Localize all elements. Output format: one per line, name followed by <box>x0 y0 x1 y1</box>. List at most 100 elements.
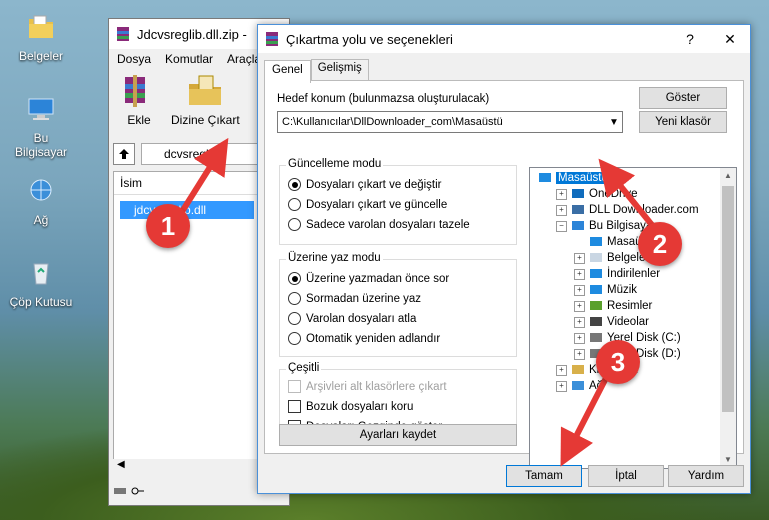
dialog-title: Çıkartma yolu ve seçenekleri <box>286 31 453 47</box>
libraries-icon <box>572 365 584 374</box>
radio-button[interactable] <box>288 332 301 345</box>
desktop-icon-recycle-bin[interactable]: Çöp Kutusu <box>6 258 76 309</box>
tab-general[interactable]: Genel <box>264 60 311 83</box>
winrar-statusbar <box>113 486 145 499</box>
tree-node[interactable]: + Resimler <box>574 300 652 312</box>
computer-icon <box>572 221 584 230</box>
winrar-icon <box>266 32 278 46</box>
update-option-freshen[interactable]: Sadece varolan dosyaları tazele <box>288 218 470 231</box>
ok-button[interactable]: Tamam <box>506 465 582 487</box>
expand-icon[interactable]: + <box>574 348 585 360</box>
tree-node[interactable]: + Belgeler <box>574 252 649 264</box>
collapse-icon[interactable]: − <box>556 220 567 232</box>
downloads-icon <box>590 269 602 278</box>
archive-add-icon <box>125 75 145 107</box>
desktop-icon <box>539 173 551 182</box>
menu-commands[interactable]: Komutlar <box>165 52 213 66</box>
tree-node[interactable]: + OneDrive <box>556 188 638 200</box>
scroll-thumb[interactable] <box>722 186 734 412</box>
user-icon <box>572 205 584 214</box>
tree-node-label: Videolar <box>607 316 649 328</box>
overwrite-option-skip[interactable]: Varolan dosyaları atla <box>288 312 416 325</box>
folder-tree[interactable]: ▲ ▼ Masaüstü + OneDrive + DLL Downloader.com… <box>529 167 737 469</box>
radio-button[interactable] <box>288 312 301 325</box>
expand-icon[interactable]: + <box>556 364 567 376</box>
update-option-update[interactable]: Dosyaları çıkart ve güncelle <box>288 198 447 211</box>
extract-to-button[interactable]: Dizine Çıkart <box>171 74 240 127</box>
tree-node[interactable]: + Müzik <box>574 284 637 296</box>
update-mode-group: Güncelleme modu Dosyaları çıkart ve deği… <box>279 158 517 245</box>
option-label: Varolan dosyaları atla <box>306 312 417 325</box>
option-label: Sormadan üzerine yaz <box>306 292 422 305</box>
overwrite-option-without-prompt[interactable]: Sormadan üzerine yaz <box>288 292 421 305</box>
expand-icon[interactable]: + <box>556 188 567 200</box>
option-label: Otomatik yeniden adlandır <box>306 332 441 345</box>
expand-icon[interactable]: + <box>574 268 585 280</box>
overwrite-option-rename[interactable]: Otomatik yeniden adlandır <box>288 332 440 345</box>
desktop-icon-documents[interactable]: Belgeler <box>6 12 76 63</box>
expand-icon[interactable]: + <box>574 300 585 312</box>
cancel-button[interactable]: İptal <box>588 465 664 487</box>
onedrive-icon <box>572 189 584 198</box>
tree-node-label: OneDrive <box>589 188 638 200</box>
computer-icon <box>28 98 54 120</box>
radio-button[interactable] <box>288 198 301 211</box>
expand-icon[interactable]: + <box>574 332 585 344</box>
new-folder-button[interactable]: Yeni klasör <box>639 111 727 133</box>
destination-combobox[interactable]: C:\Kullanıcılar\DllDownloader_com\Masaüs… <box>277 111 623 133</box>
scroll-up-icon[interactable]: ▲ <box>720 168 736 184</box>
update-option-replace[interactable]: Dosyaları çıkart ve değiştir <box>288 178 442 191</box>
chevron-down-icon[interactable]: ▼ <box>606 117 622 128</box>
expand-icon[interactable]: + <box>574 284 585 296</box>
expand-icon[interactable]: + <box>574 252 585 264</box>
option-label: Dosyaları çıkart ve güncelle <box>306 198 448 211</box>
misc-option-keep-broken[interactable]: Bozuk dosyaları koru <box>288 400 413 413</box>
option-label: Arşivleri alt klasörlere çıkart <box>306 380 447 393</box>
desktop-icon-label: Ağ <box>33 213 49 227</box>
save-settings-button[interactable]: Ayarları kaydet <box>279 424 517 446</box>
desktop-icon-computer[interactable]: Bu Bilgisayar <box>6 94 76 159</box>
dialog-titlebar[interactable]: Çıkartma yolu ve seçenekleri ? ✕ <box>258 25 750 53</box>
show-button[interactable]: Göster <box>639 87 727 109</box>
tree-node[interactable]: − Bu Bilgisayar <box>556 220 656 232</box>
tree-node-label: Masaüstü <box>556 172 610 184</box>
extract-dialog: Çıkartma yolu ve seçenekleri ? ✕ Genel G… <box>257 24 751 494</box>
desktop-icon-network[interactable]: Ağ <box>6 176 76 227</box>
help-title-button[interactable]: ? <box>670 31 710 47</box>
destination-value: C:\Kullanıcılar\DllDownloader_com\Masaüs… <box>282 116 503 128</box>
option-label: Dosyaları çıkart ve değiştir <box>306 178 442 191</box>
tab-advanced[interactable]: Gelişmiş <box>310 59 369 80</box>
desktop-icon-label: Çöp Kutusu <box>9 295 73 309</box>
close-button[interactable]: ✕ <box>710 31 750 48</box>
destination-label: Hedef konum (bulunmazsa oluşturulacak) <box>277 93 490 105</box>
up-folder-button[interactable] <box>113 143 135 165</box>
extract-folder-icon <box>189 75 222 105</box>
tree-vertical-scrollbar[interactable]: ▲ ▼ <box>720 168 736 468</box>
checkbox[interactable] <box>288 400 301 413</box>
radio-button[interactable] <box>288 272 301 285</box>
radio-button[interactable] <box>288 292 301 305</box>
tree-node[interactable]: + Ağ <box>556 380 603 392</box>
winrar-icon <box>117 27 129 41</box>
add-button[interactable]: Ekle <box>119 74 159 127</box>
tree-node[interactable]: + DLL Downloader.com <box>556 204 699 216</box>
expand-icon[interactable]: + <box>574 316 585 328</box>
tree-node-label: Ağ <box>589 380 604 392</box>
overwrite-option-ask[interactable]: Üzerine yazmadan önce sor <box>288 272 449 285</box>
tree-node-label: Müzik <box>607 284 638 296</box>
help-button[interactable]: Yardım <box>668 465 744 487</box>
overwrite-mode-group: Üzerine yaz modu Üzerine yazmadan önce s… <box>279 252 517 357</box>
misc-option-subfolders: Arşivleri alt klasörlere çıkart <box>288 380 447 393</box>
desktop-icon-label: Belgeler <box>18 49 64 63</box>
tree-node[interactable]: + Videolar <box>574 316 649 328</box>
radio-button[interactable] <box>288 178 301 191</box>
step-marker-1: 1 <box>146 204 190 248</box>
tree-node[interactable]: + İndirilenler <box>574 268 660 280</box>
expand-icon[interactable]: + <box>556 204 567 216</box>
menu-tools[interactable]: Araçla <box>227 52 261 66</box>
expand-icon[interactable]: + <box>556 380 567 392</box>
tree-node[interactable]: Masaüstü <box>538 172 610 184</box>
network-icon <box>572 381 584 390</box>
menu-file[interactable]: Dosya <box>117 52 151 66</box>
radio-button[interactable] <box>288 218 301 231</box>
